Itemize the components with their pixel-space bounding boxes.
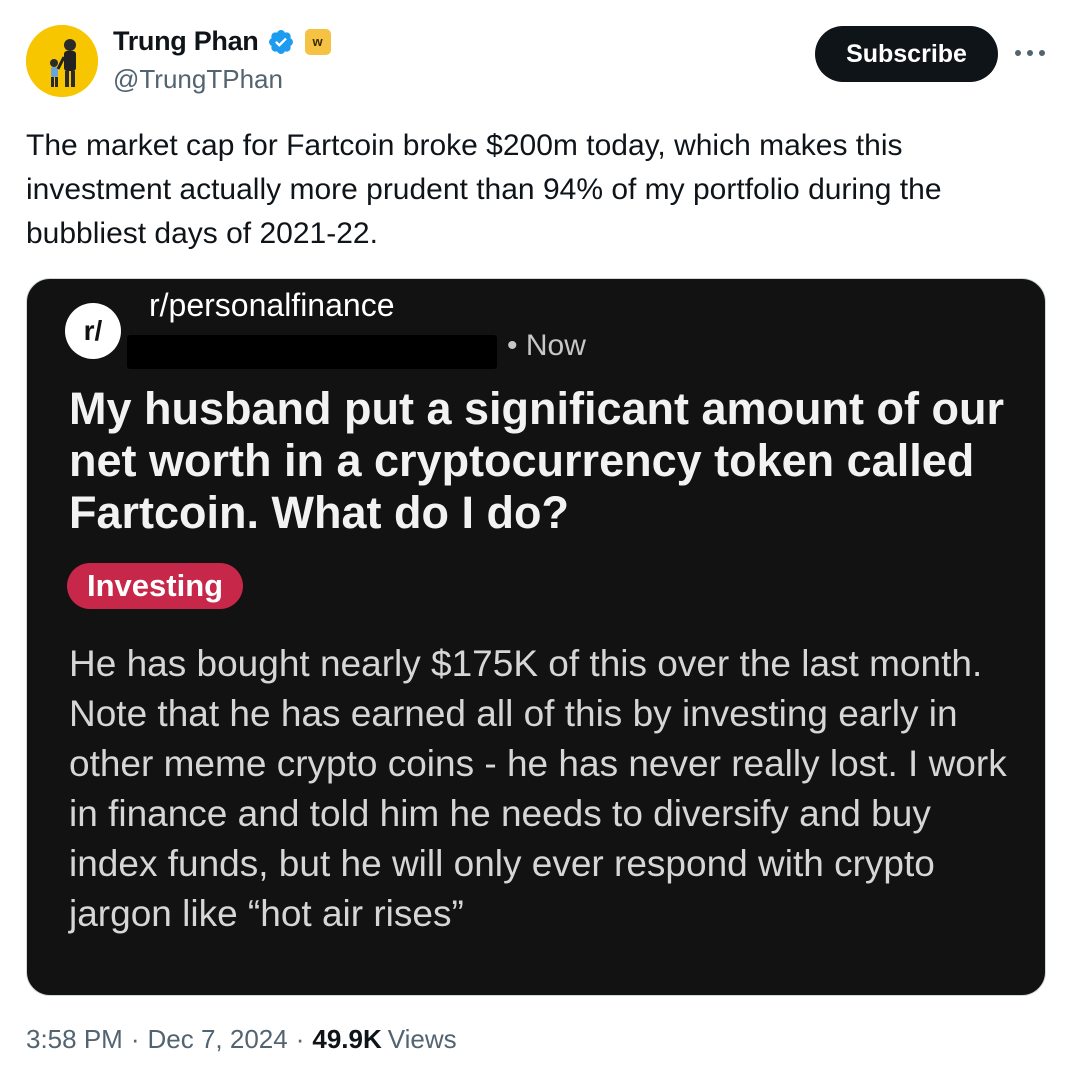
post-body: He has bought nearly $175K of this over … xyxy=(69,643,1007,934)
separator-dot: · xyxy=(295,1024,305,1054)
views-count: 49.9K xyxy=(312,1024,382,1054)
tweet-text: The market cap for Fartcoin broke $200m … xyxy=(26,129,942,250)
tweet-date[interactable]: Dec 7, 2024 xyxy=(148,1024,288,1055)
verified-badge-icon[interactable] xyxy=(267,28,295,56)
redacted-username xyxy=(127,335,497,369)
more-options-icon[interactable] xyxy=(1015,38,1045,68)
subreddit-name: r/personalfinance xyxy=(149,287,395,323)
embedded-post-image[interactable]: r/ r/personalfinance • Now My husband pu… xyxy=(26,278,1046,996)
author-display-name[interactable]: Trung Phan xyxy=(113,26,259,57)
post-flair: Investing xyxy=(67,563,244,609)
post-time: • Now xyxy=(507,329,586,362)
separator-dot: · xyxy=(130,1024,140,1054)
avatar[interactable] xyxy=(26,25,98,97)
subreddit-icon: r/ xyxy=(65,303,121,359)
views-label: Views xyxy=(387,1024,457,1054)
tweet-time[interactable]: 3:58 PM xyxy=(26,1024,123,1055)
author-name-row: Trung Phan w xyxy=(113,26,331,57)
subscribe-button[interactable]: Subscribe xyxy=(815,26,998,82)
author-handle[interactable]: @TrungTPhan xyxy=(113,64,283,95)
post-title: My husband put a significant amount of o… xyxy=(69,383,1004,538)
avatar-illustration xyxy=(26,25,98,97)
tweet-footer: 3:58 PM · Dec 7, 2024 · 49.9K Views xyxy=(26,1024,457,1055)
affiliate-badge-icon[interactable]: w xyxy=(304,28,331,55)
